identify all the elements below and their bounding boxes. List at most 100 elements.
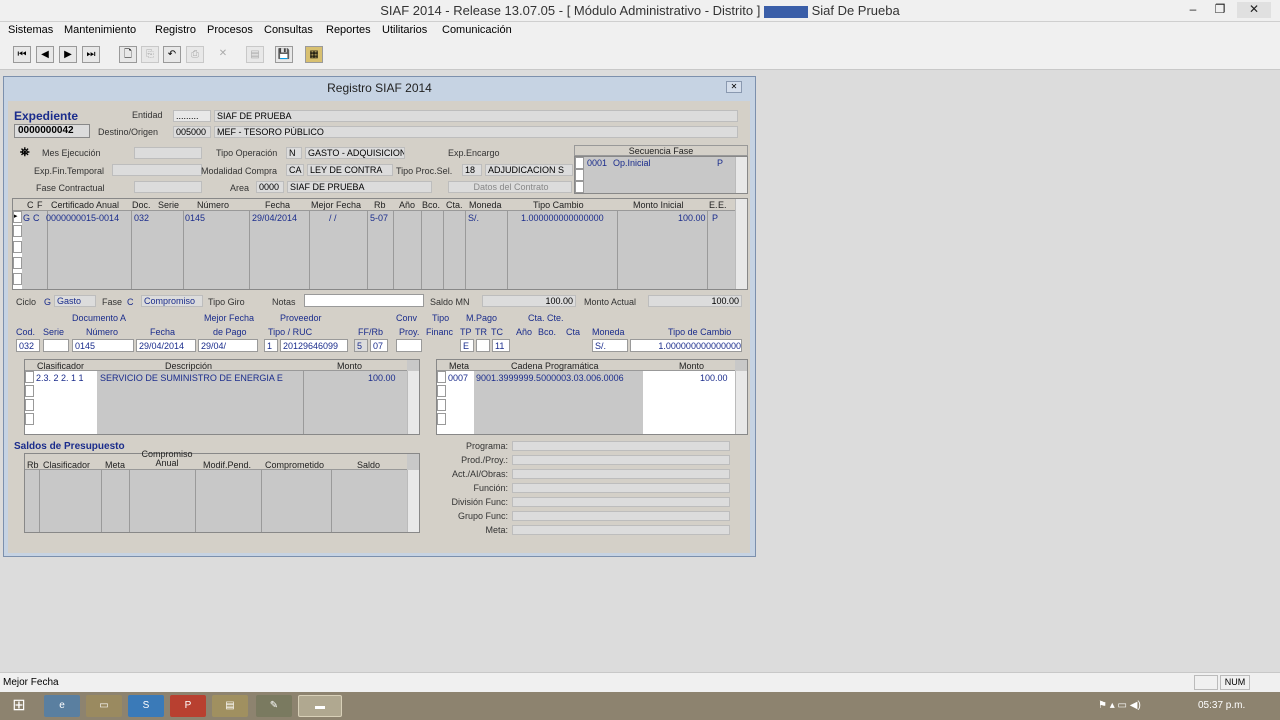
col-divider: [129, 470, 130, 532]
row-selector[interactable]: [13, 225, 22, 237]
tc-input[interactable]: 11: [492, 339, 510, 352]
serie-input[interactable]: [43, 339, 69, 352]
seq-row-selector[interactable]: [575, 169, 584, 181]
first-record-icon[interactable]: ⏮: [13, 46, 31, 63]
restore-button[interactable]: ❐: [1210, 2, 1230, 18]
menu-mantenimiento[interactable]: Mantenimiento: [64, 24, 136, 36]
row-selector[interactable]: [13, 241, 22, 253]
tr-input[interactable]: [476, 339, 490, 352]
menu-sistemas[interactable]: Sistemas: [8, 24, 53, 36]
area-code: 0000: [256, 181, 284, 193]
fecha-input[interactable]: 29/04/2014: [136, 339, 196, 352]
row-selector[interactable]: [25, 371, 34, 383]
meta-label: Meta:: [485, 525, 508, 535]
mes-label: Mes Ejecución: [42, 148, 101, 158]
undo-icon[interactable]: ↶: [163, 46, 181, 63]
meta-scrollbar[interactable]: [735, 371, 747, 434]
menu-consultas[interactable]: Consultas: [264, 24, 313, 36]
siaf-task-icon[interactable]: ▬: [298, 695, 342, 717]
copy-icon[interactable]: ⎘: [141, 46, 159, 63]
area-name: SIAF DE PRUEBA: [287, 181, 432, 193]
clasificador-grid: Clasificador Descripción Monto 2.3. 2 2.…: [24, 359, 420, 435]
menu-comunicacion[interactable]: Comunicación: [442, 24, 512, 36]
seq-row-selector[interactable]: [575, 157, 584, 169]
notas-input[interactable]: [304, 294, 424, 307]
tp-label: TP: [460, 327, 472, 337]
tipo-cambio-input[interactable]: 1.000000000000000: [630, 339, 742, 352]
fase-contractual-field: [134, 181, 202, 193]
prev-record-icon[interactable]: ◀: [36, 46, 54, 63]
row-selector[interactable]: [13, 273, 22, 285]
programa-field: [512, 441, 730, 451]
registro-title: Registro SIAF 2014: [327, 81, 432, 95]
paint-icon[interactable]: ✎: [256, 695, 292, 717]
row-selector[interactable]: [25, 399, 34, 411]
row-selector[interactable]: [25, 385, 34, 397]
cell-c: G: [23, 213, 31, 223]
ie-icon[interactable]: e: [44, 695, 80, 717]
skype-icon[interactable]: S: [128, 695, 164, 717]
numero-input[interactable]: 0145: [72, 339, 134, 352]
windows-start-icon[interactable]: ⊞: [4, 695, 34, 717]
explorer-icon[interactable]: ▭: [86, 695, 122, 717]
table-row[interactable]: G C 0000000015-0014 032 0145 29/04/2014 …: [22, 212, 735, 224]
last-record-icon[interactable]: ⏭: [82, 46, 100, 63]
saldos-scrollbar[interactable]: [407, 470, 419, 532]
menu-procesos[interactable]: Procesos: [207, 24, 253, 36]
export-icon[interactable]: ▦: [305, 46, 323, 63]
minimize-button[interactable]: –: [1183, 2, 1203, 18]
app-titlebar: SIAF 2014 - Release 13.07.05 - [ Módulo …: [0, 0, 1280, 22]
grupo-label: Grupo Func:: [457, 511, 508, 521]
clock[interactable]: 05:37 p.m.: [1198, 700, 1245, 711]
row-selector[interactable]: [437, 413, 446, 425]
ruc-input[interactable]: 20129646099: [280, 339, 348, 352]
ff-input[interactable]: 5: [354, 339, 368, 352]
expediente-value: 0000000042: [14, 124, 90, 138]
table-row[interactable]: 2.3. 2 2. 1 1 SERVICIO DE SUMINISTRO DE …: [34, 372, 406, 384]
col-moneda: Moneda: [469, 200, 502, 210]
tray-icons[interactable]: ⚑ ▴ ▭ ◀): [1098, 700, 1141, 711]
delete-icon[interactable]: ✕: [214, 46, 232, 63]
main-grid-header: C F Certificado Anual Doc. Serie Número …: [13, 199, 735, 211]
rb-input[interactable]: 07: [370, 339, 388, 352]
col-ano: Año: [399, 200, 416, 210]
close-button[interactable]: ✕: [1237, 2, 1271, 18]
cod-input[interactable]: 032: [16, 339, 40, 352]
entidad-code[interactable]: .........: [173, 110, 211, 122]
row-selector[interactable]: [25, 413, 34, 425]
notes-icon[interactable]: ▤: [212, 695, 248, 717]
datos-contrato-button[interactable]: Datos del Contrato: [448, 181, 572, 193]
row-selector-current[interactable]: ▸: [13, 211, 22, 223]
mejor-fecha-input[interactable]: 29/04/: [198, 339, 258, 352]
seq-scrollbar[interactable]: [735, 157, 747, 193]
binoculars-icon[interactable]: ⛯: [20, 145, 34, 159]
moneda-input[interactable]: S/.: [592, 339, 628, 352]
menu-registro[interactable]: Registro: [155, 24, 196, 36]
row-selector[interactable]: [437, 385, 446, 397]
powerpoint-icon[interactable]: P: [170, 695, 206, 717]
save-icon[interactable]: 💾: [275, 46, 293, 63]
row-selector[interactable]: [13, 257, 22, 269]
seq-row-selector[interactable]: [575, 181, 584, 193]
clasificador-header: Clasificador Descripción Monto: [25, 360, 407, 371]
clas-scrollbar[interactable]: [407, 371, 419, 434]
col-fecha: Fecha: [265, 200, 291, 210]
destino-label: Destino/Origen: [98, 127, 159, 137]
proy-input[interactable]: [396, 339, 422, 352]
print-icon[interactable]: ⎙: [186, 46, 204, 63]
tipo-input[interactable]: 1: [264, 339, 278, 352]
registro-close-button[interactable]: ✕: [726, 81, 742, 93]
row-selector[interactable]: [437, 399, 446, 411]
edit-icon[interactable]: ▤: [246, 46, 264, 63]
table-row[interactable]: 0007 9001.3999999.5000003.03.006.0006 10…: [446, 372, 734, 384]
tp-input[interactable]: E: [460, 339, 474, 352]
new-icon[interactable]: 🗋: [119, 46, 137, 63]
tr-label: TR: [475, 327, 487, 337]
expediente-label: Expediente: [14, 109, 79, 123]
col-e2: E.: [718, 200, 727, 210]
next-record-icon[interactable]: ▶: [59, 46, 77, 63]
row-selector[interactable]: [437, 371, 446, 383]
menu-reportes[interactable]: Reportes: [326, 24, 371, 36]
menu-utilitarios[interactable]: Utilitarios: [382, 24, 427, 36]
main-grid-scrollbar[interactable]: [735, 199, 747, 289]
